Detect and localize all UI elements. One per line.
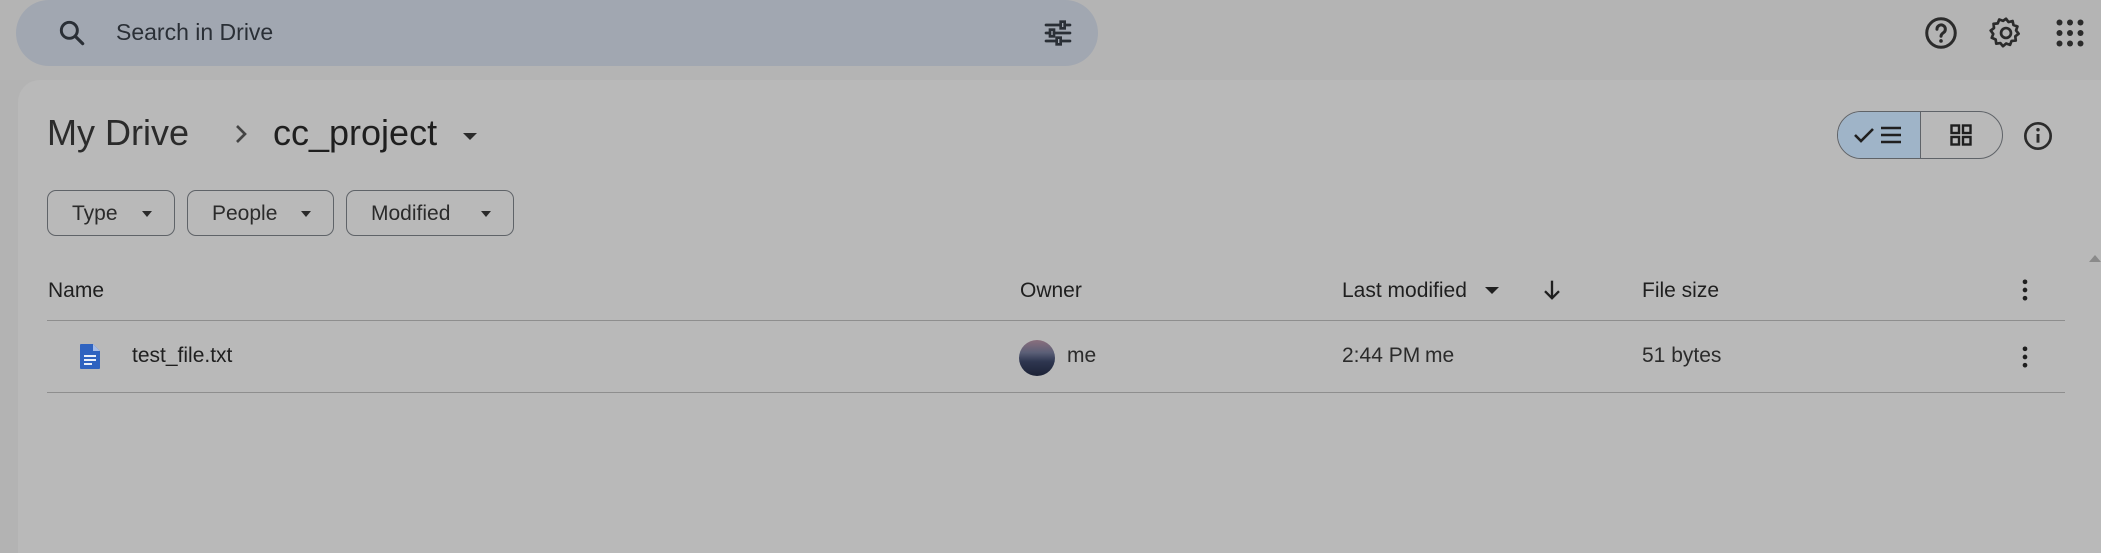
breadcrumb-current-folder[interactable]: cc_project	[273, 112, 437, 154]
file-name[interactable]: test_file.txt	[132, 344, 232, 368]
file-modified-by: me	[1425, 344, 1455, 367]
search-input[interactable]: Search in Drive	[116, 19, 273, 46]
file-size: 51 bytes	[1642, 344, 1722, 367]
list-view-button[interactable]	[1838, 112, 1921, 158]
list-view-checked-icon	[1854, 126, 1901, 144]
column-header-name[interactable]: Name	[48, 279, 104, 303]
caret-down-icon	[481, 211, 491, 217]
help-icon[interactable]	[1923, 15, 1959, 51]
filter-people-label: People	[212, 202, 278, 225]
folder-menu-caret-icon[interactable]	[458, 124, 482, 148]
column-header-owner[interactable]: Owner	[1020, 279, 1082, 303]
column-header-file-size[interactable]: File size	[1642, 279, 1719, 303]
filter-people-chip[interactable]: People	[187, 190, 334, 236]
filter-type-chip[interactable]: Type	[47, 190, 175, 236]
chevron-right-icon	[236, 125, 247, 143]
column-header-last-modified[interactable]: Last modified	[1342, 279, 1467, 303]
sort-direction-arrow-down-icon[interactable]	[1538, 276, 1566, 304]
file-owner: me	[1067, 344, 1097, 367]
grid-view-button[interactable]	[1921, 112, 2002, 158]
search-icon[interactable]	[56, 17, 88, 49]
breadcrumb-my-drive[interactable]: My Drive	[47, 112, 189, 154]
owner-avatar	[1019, 340, 1055, 376]
caret-down-icon	[142, 211, 152, 217]
grid-view-icon	[1950, 124, 1972, 146]
filter-type-label: Type	[72, 202, 118, 225]
header-divider	[47, 320, 2065, 321]
caret-down-icon	[301, 211, 311, 217]
column-options-more-vert-icon[interactable]	[2011, 276, 2039, 304]
view-toggle	[1837, 111, 2003, 159]
settings-gear-icon[interactable]	[1988, 15, 2024, 51]
file-modified-time: 2:44 PM	[1342, 344, 1421, 367]
filter-modified-chip[interactable]: Modified	[346, 190, 514, 236]
top-bar: Search in Drive	[0, 0, 2101, 80]
scroll-up-arrow-icon[interactable]	[2088, 253, 2101, 263]
row-more-actions-icon[interactable]	[2011, 343, 2039, 371]
search-options-icon[interactable]	[1042, 17, 1074, 49]
search-bar[interactable]: Search in Drive	[16, 0, 1098, 66]
apps-grid-icon[interactable]	[2052, 15, 2088, 51]
sort-menu-caret-icon[interactable]	[1482, 280, 1502, 300]
filter-modified-label: Modified	[371, 202, 451, 225]
info-icon[interactable]	[2022, 120, 2054, 152]
row-divider	[47, 392, 2065, 393]
table-row[interactable]: test_file.txt me 2:44 PM me 51 bytes	[47, 322, 2065, 392]
doc-icon	[80, 344, 100, 369]
